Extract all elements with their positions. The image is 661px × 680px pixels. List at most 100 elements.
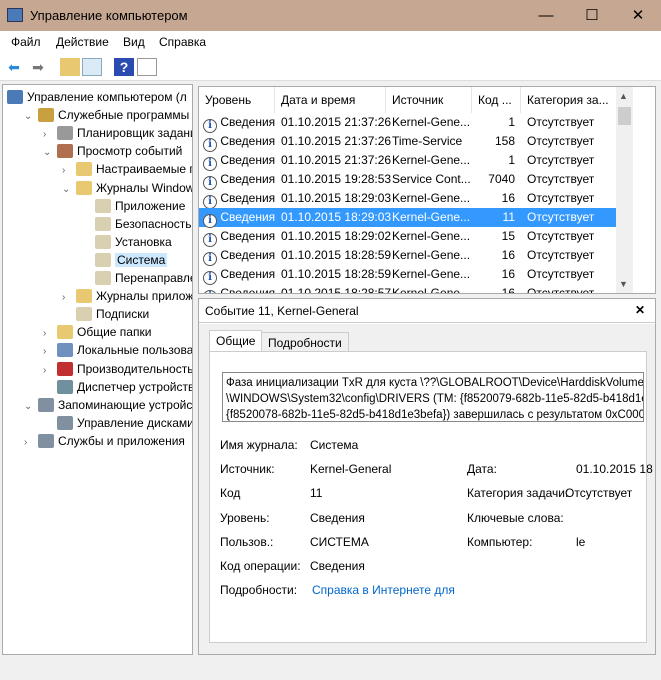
close-button[interactable]: ✕ (615, 0, 661, 31)
tree-item-label: Служебные программы (58, 108, 190, 123)
table-row[interactable]: i Сведения 01.10.2015 18:28:59 Kernel-Gene… (199, 265, 617, 285)
field-label: Имя журнала: (220, 438, 298, 452)
cell-level: Сведения (220, 229, 276, 243)
tree-item[interactable]: › Планировщик заданий (43, 124, 192, 142)
field-value: 01.10.2015 18 (576, 462, 653, 477)
cell-category: Отсутствует (527, 172, 595, 186)
expanded-chevron-icon[interactable]: ⌄ (24, 398, 38, 416)
tree-item[interactable]: Перенаправлен (81, 269, 192, 287)
cell-level: Сведения (220, 191, 276, 205)
tree-item-label: Запоминающие устройст (58, 397, 193, 412)
tree-item[interactable]: Диспетчер устройств (43, 378, 193, 396)
tree-item[interactable]: Система (81, 251, 168, 269)
info-icon: i (203, 271, 217, 285)
event-title: Событие 11, Kernel-General (205, 304, 359, 318)
tree-item[interactable]: Подписки (62, 305, 149, 323)
cell-code: 158 (494, 134, 515, 148)
tree-item[interactable]: ⌄ Служебные программы (24, 106, 189, 124)
cell-source: Kernel-Gene... (392, 248, 471, 262)
minimize-button[interactable]: — (523, 0, 569, 31)
info-icon: i (203, 138, 217, 152)
table-row[interactable]: i Сведения 01.10.2015 19:28:53 Service Con… (199, 170, 617, 190)
tree-item[interactable]: Управление дисками (43, 414, 192, 432)
tree-item[interactable]: ⌄ Запоминающие устройст (24, 396, 193, 416)
tree-item-label: Перенаправлен (115, 271, 192, 285)
cell-level: Сведения (220, 134, 276, 148)
cell-category: Отсутствует (527, 286, 595, 294)
table-row[interactable]: i Сведения 01.10.2015 21:37:26 Time-Servic… (199, 132, 617, 152)
table-row[interactable]: i Сведения 01.10.2015 18:29:02 Kernel-Gene… (199, 227, 617, 247)
tree-node-icon (95, 271, 111, 285)
column-header-level[interactable]: Уровень (199, 87, 275, 113)
table-row[interactable]: i Сведения 01.10.2015 21:37:26 Kernel-Gene… (199, 113, 617, 133)
tree-item-label: Управление компьютером (л (27, 90, 187, 104)
field-label: Код (220, 486, 241, 501)
menu-help[interactable]: Справка (159, 35, 206, 49)
field-label: Дата: (467, 462, 497, 477)
tree-item[interactable]: › Общие папки (43, 323, 151, 341)
cell-code: 7040 (488, 172, 515, 186)
tree-item[interactable]: ⌄ Журналы Windows (62, 179, 192, 199)
tree-item-label: Локальные пользовате (77, 343, 193, 358)
column-header-date[interactable]: Дата и время (275, 87, 386, 113)
show-hide-tree-icon[interactable] (82, 58, 102, 76)
cell-source: Kernel-Gene... (392, 267, 471, 281)
tree-item[interactable]: Управление компьютером (л (5, 88, 187, 106)
expanded-chevron-icon[interactable]: ⌄ (62, 181, 76, 199)
column-header-source[interactable]: Источник (386, 87, 472, 113)
tree-item[interactable]: Приложение (81, 197, 185, 215)
tree-item[interactable]: ⌄ Просмотр событий (43, 142, 182, 160)
online-help-link[interactable]: Справка в Интернете для (312, 583, 455, 597)
tree-item[interactable]: › Производительность (43, 360, 192, 378)
field-label: Категория задачи: (467, 486, 569, 501)
list-scrollbar[interactable]: ▲ ▼ (616, 87, 633, 293)
help-icon[interactable]: ? (114, 58, 134, 76)
field-value: Сведения (310, 510, 365, 525)
tree-item-label: Настраиваемые пр (96, 162, 193, 177)
tree-node-icon (95, 234, 111, 249)
up-folder-icon[interactable] (60, 58, 80, 76)
tree-item[interactable]: › Настраиваемые пр (62, 160, 193, 178)
table-row[interactable]: i Сведения 01.10.2015 18:29:03 Kernel-Gene… (199, 189, 617, 209)
table-row[interactable]: i Сведения 01.10.2015 21:37:26 Kernel-Gene… (199, 151, 617, 171)
field-value: Система (310, 438, 359, 452)
collapsed-chevron-icon[interactable]: › (24, 434, 38, 452)
computer-management-icon (7, 8, 23, 22)
tree-node-icon (38, 397, 54, 412)
table-row[interactable]: i Сведения 01.10.2015 18:28:59 Kernel-Gene… (199, 246, 617, 266)
menu-view[interactable]: Вид (123, 35, 145, 49)
event-details-pane: Событие 11, Kernel-General ✕ Общие Подро… (198, 298, 656, 655)
expanded-chevron-icon[interactable]: ⌄ (43, 144, 57, 162)
cell-date: 01.10.2015 18:29:03 (281, 191, 392, 205)
menu-file[interactable]: Файл (11, 35, 41, 49)
tree-node-icon (57, 343, 73, 358)
tree-item[interactable]: Установка (81, 233, 172, 251)
table-row[interactable]: i Сведения 01.10.2015 18:29:03 Kernel-Gene… (199, 208, 617, 228)
menu-action[interactable]: Действие (56, 35, 109, 49)
tree-item[interactable]: › Локальные пользовате (43, 341, 193, 359)
action-pane-icon[interactable] (137, 58, 157, 76)
tree-item-label: Диспетчер устройств (77, 379, 193, 394)
scrollbar-thumb[interactable] (618, 107, 631, 125)
column-header-code[interactable]: Код ... (472, 87, 521, 113)
close-details-icon[interactable]: ✕ (635, 303, 645, 317)
toolbar: ⬅ ➡ ? (0, 53, 661, 81)
maximize-button[interactable]: ☐ (569, 0, 615, 31)
tree-item[interactable]: › Службы и приложения (24, 432, 185, 450)
tree-item[interactable]: › Журналы прилож (62, 287, 192, 305)
tab-general[interactable]: Общие (209, 330, 263, 353)
column-header-category[interactable]: Категория за... (521, 87, 617, 113)
table-row[interactable]: i Сведения 01.10.2015 18:28:57Kernel-Gene… (199, 284, 617, 294)
expanded-chevron-icon[interactable]: ⌄ (24, 108, 38, 126)
general-tab-panel: Фаза инициализации TxR для куста \??\GLO… (209, 351, 653, 643)
forward-icon[interactable]: ➡ (28, 58, 48, 76)
cell-category: Отсутствует (527, 153, 595, 167)
tree-node-icon (95, 216, 111, 231)
cell-category: Отсутствует (527, 210, 595, 224)
info-icon: i (203, 195, 217, 209)
tree-item[interactable]: Безопасность (81, 215, 192, 233)
cell-date: 01.10.2015 18:29:02 (281, 229, 392, 243)
cell-source: Time-Service (392, 134, 463, 148)
cell-source: Kernel-Gene... (392, 115, 471, 129)
back-icon[interactable]: ⬅ (4, 58, 24, 76)
